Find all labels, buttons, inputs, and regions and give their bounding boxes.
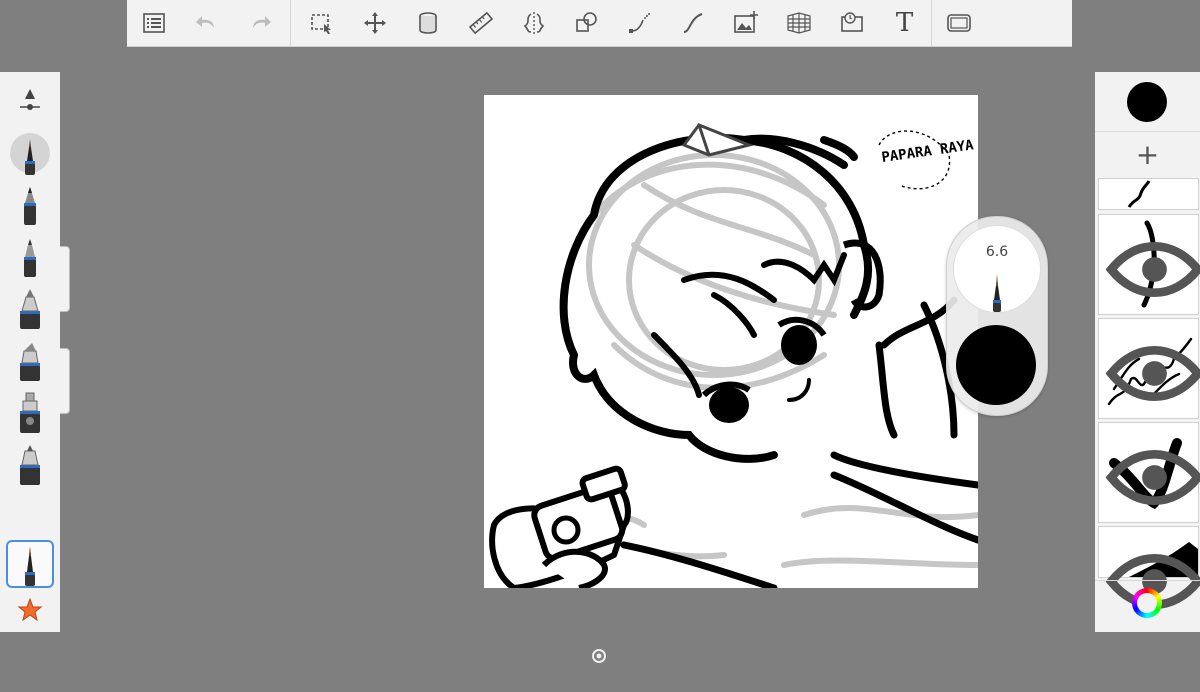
airbrush-tool-icon[interactable] [7, 388, 53, 434]
ruler-icon[interactable] [454, 0, 507, 46]
drawing-canvas[interactable]: PAPARA RAYA [484, 95, 978, 588]
marker-tool-icon[interactable] [7, 284, 53, 330]
ballpoint-pen-tool-icon[interactable] [7, 232, 53, 278]
top-toolbar: T [127, 0, 1072, 47]
svg-text:PAPARA RAYA: PAPARA RAYA [881, 137, 976, 166]
add-image-icon[interactable] [719, 0, 772, 46]
brush-settings-icon[interactable] [7, 78, 53, 124]
layer-thumbnail-5[interactable] [1098, 526, 1200, 609]
layer-thumbnail-2[interactable] [1098, 214, 1200, 315]
fullscreen-icon[interactable] [931, 0, 985, 46]
fill-bucket-icon[interactable] [401, 0, 454, 46]
paintbrush-tool-icon[interactable] [7, 130, 53, 176]
symmetry-icon[interactable] [507, 0, 560, 46]
paintbrush-icon [993, 274, 1001, 312]
favorite-star-icon[interactable] [7, 588, 53, 634]
brush-color-control[interactable] [956, 325, 1036, 405]
undo-icon[interactable] [180, 0, 233, 46]
chisel-marker-tool-icon[interactable] [7, 336, 53, 382]
layer-panel: + [1095, 72, 1200, 632]
interface-toggle-icon[interactable] [592, 649, 606, 663]
curve-icon[interactable] [613, 0, 666, 46]
layer-thumbnail-4[interactable] [1098, 422, 1200, 523]
text-tool-label: T [895, 8, 914, 38]
redo-icon[interactable] [233, 0, 286, 46]
current-color-swatch[interactable] [1127, 82, 1167, 122]
eye-icon[interactable] [1105, 324, 1200, 423]
brush-size-control[interactable]: 6.6 [953, 225, 1041, 313]
text-icon[interactable]: T [878, 0, 931, 46]
layers-menu-icon[interactable] [127, 0, 180, 46]
stroke-icon[interactable] [666, 0, 719, 46]
perspective-grid-icon[interactable] [772, 0, 825, 46]
time-lapse-icon[interactable] [825, 0, 878, 46]
layer-thumbnail-3[interactable] [1098, 318, 1200, 419]
eye-icon[interactable] [1105, 220, 1200, 319]
palette-expand-tab[interactable] [60, 348, 70, 414]
artist-signature: PAPARA RAYA [878, 130, 976, 190]
pencil-tool-icon[interactable] [7, 180, 53, 226]
brush-palette [0, 72, 60, 632]
inking-tool-icon[interactable] [7, 440, 53, 486]
palette-expand-tab[interactable] [60, 246, 70, 312]
toolbar-divider [290, 0, 291, 46]
color-wheel-icon[interactable] [1132, 588, 1162, 618]
brush-puck[interactable]: 6.6 [946, 216, 1048, 416]
layer-thumbnail-1[interactable] [1098, 178, 1199, 210]
panel-divider [1095, 580, 1200, 581]
brush-size-value: 6.6 [985, 244, 1009, 260]
fine-brush-tool-icon[interactable] [6, 540, 54, 588]
add-layer-button[interactable]: + [1095, 132, 1200, 177]
eye-icon[interactable] [1105, 428, 1200, 527]
selection-icon[interactable] [295, 0, 348, 46]
transform-icon[interactable] [348, 0, 401, 46]
shapes-icon[interactable] [560, 0, 613, 46]
